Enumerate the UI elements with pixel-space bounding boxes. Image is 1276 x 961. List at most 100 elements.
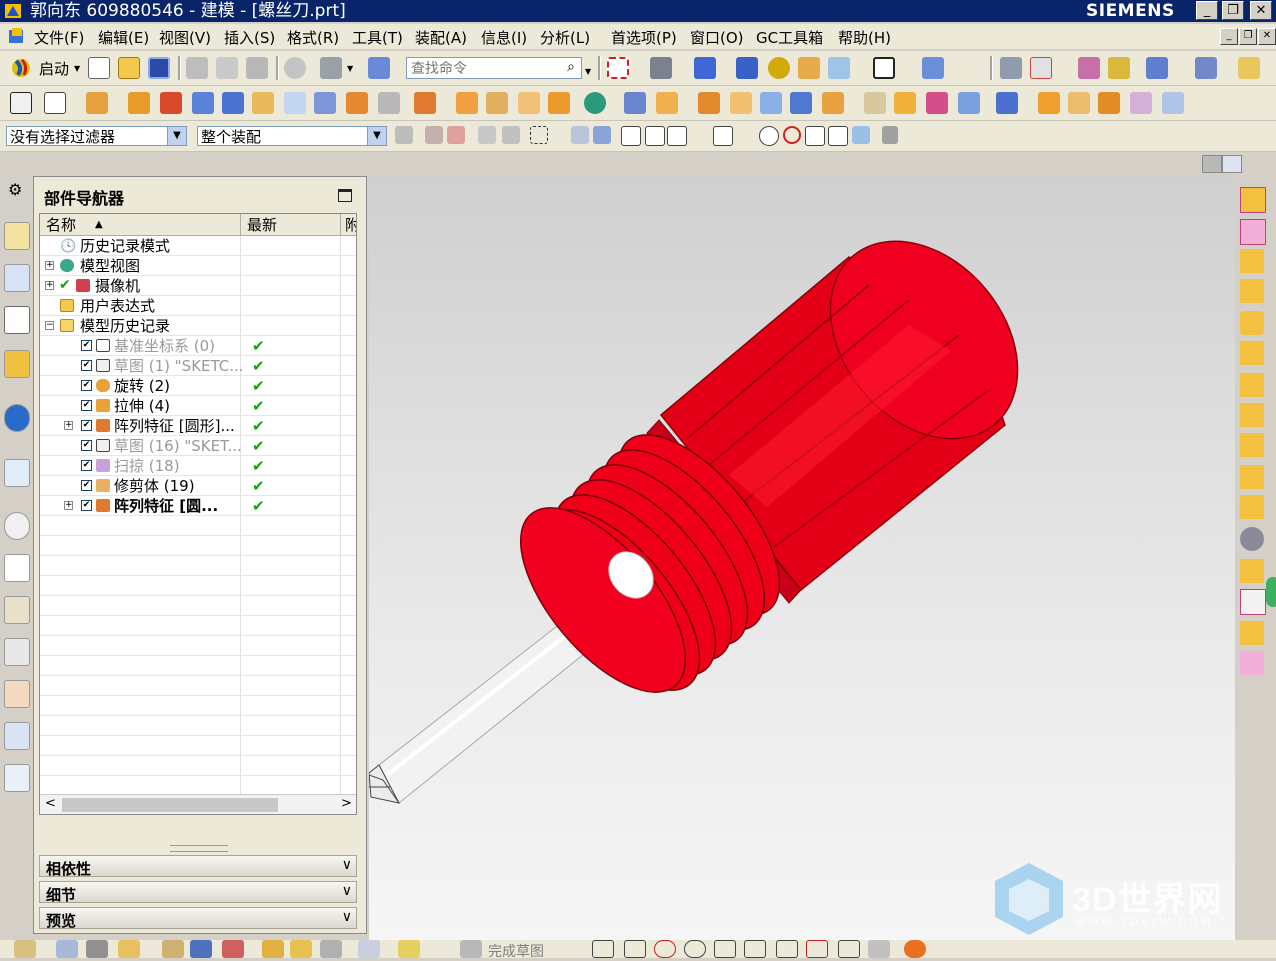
point-icon[interactable] bbox=[838, 940, 860, 958]
scale-body-icon[interactable] bbox=[822, 92, 844, 114]
display-mode-icon[interactable] bbox=[320, 57, 342, 79]
expand-icon[interactable]: + bbox=[64, 501, 73, 510]
role-icon[interactable] bbox=[4, 680, 30, 708]
menu-assembly[interactable]: 装配(A) bbox=[415, 27, 467, 48]
hole-icon[interactable] bbox=[160, 92, 182, 114]
menu-analysis[interactable]: 分析(L) bbox=[540, 27, 590, 48]
constraint-navigator-icon[interactable] bbox=[4, 264, 30, 292]
visibility-checkbox[interactable]: ✔ bbox=[81, 420, 92, 431]
menu-format[interactable]: 格式(R) bbox=[287, 27, 339, 48]
coordinate-icon[interactable] bbox=[1030, 57, 1052, 79]
command-search-input[interactable] bbox=[407, 58, 563, 80]
column-header-latest[interactable]: 最新 bbox=[241, 214, 341, 236]
menu-information[interactable]: 信息(I) bbox=[481, 27, 527, 48]
doc-close-button[interactable]: ✕ bbox=[1258, 28, 1276, 45]
new-file-icon[interactable] bbox=[88, 57, 110, 79]
restore-view-icon[interactable] bbox=[1240, 621, 1264, 645]
tree-row-feature[interactable]: ✔ 草图 (1) "SKETC... ✔ bbox=[40, 356, 356, 376]
start-icon[interactable] bbox=[10, 57, 34, 79]
hidden-view-icon[interactable] bbox=[1240, 527, 1264, 551]
sync-model-icon[interactable] bbox=[996, 92, 1018, 114]
rectangle-icon[interactable] bbox=[776, 940, 798, 958]
expand-icon[interactable]: + bbox=[64, 421, 73, 430]
assembly-scope-select[interactable]: 整个装配 ▼ bbox=[197, 126, 387, 146]
tree-row-user-expressions[interactable]: 用户表达式 bbox=[40, 296, 356, 316]
system-scene-icon[interactable] bbox=[4, 722, 30, 750]
through-curves-icon[interactable] bbox=[1068, 92, 1090, 114]
assembly-navigator-icon[interactable] bbox=[4, 222, 30, 250]
chevron-down-icon[interactable]: ▼ bbox=[367, 127, 386, 145]
finish-sketch-label[interactable]: 完成草图 bbox=[488, 941, 544, 961]
section-details[interactable]: 细节 ∨ bbox=[39, 881, 357, 904]
clock-icon[interactable] bbox=[4, 512, 30, 540]
snap-arc-center-icon[interactable] bbox=[737, 126, 755, 146]
ruled-icon[interactable] bbox=[1098, 92, 1120, 114]
iso-view-icon[interactable] bbox=[1240, 341, 1264, 365]
part-list-icon[interactable] bbox=[1000, 57, 1022, 79]
select-rectangle-icon[interactable] bbox=[530, 126, 548, 144]
start-dropdown-icon[interactable]: ▼ bbox=[74, 64, 80, 73]
view-cube-icon[interactable] bbox=[1240, 187, 1266, 213]
bottom-tool-icon[interactable] bbox=[56, 940, 78, 958]
pattern-icon[interactable] bbox=[584, 92, 606, 114]
polygon-icon[interactable] bbox=[806, 940, 828, 958]
bottom-tool-icon[interactable] bbox=[262, 940, 284, 958]
tree-row-cameras[interactable]: + ✔ 摄像机 bbox=[40, 276, 356, 296]
chevron-down-icon[interactable]: ∨ bbox=[342, 883, 352, 899]
doc-restore-button[interactable]: ❐ bbox=[1239, 28, 1257, 45]
bottom-tool-icon[interactable] bbox=[320, 940, 342, 958]
line-icon[interactable] bbox=[624, 940, 646, 958]
unite-icon[interactable] bbox=[414, 92, 436, 114]
revolve-icon[interactable] bbox=[128, 92, 150, 114]
section-preview[interactable]: 预览 ∨ bbox=[39, 907, 357, 930]
visibility-checkbox[interactable]: ✔ bbox=[81, 500, 92, 511]
manufacturing-wizard-icon[interactable] bbox=[4, 638, 30, 666]
trimetric-view-icon[interactable] bbox=[1240, 373, 1264, 397]
tree-row-feature[interactable]: ✔ 扫掠 (18) ✔ bbox=[40, 456, 356, 476]
visibility-checkbox[interactable]: ✔ bbox=[81, 480, 92, 491]
tree-row-feature[interactable]: ✔ 草图 (16) "SKET... ✔ bbox=[40, 436, 356, 456]
cylinder-icon[interactable] bbox=[314, 92, 336, 114]
process-studio-icon[interactable] bbox=[4, 596, 30, 624]
visibility-checkbox[interactable]: ✔ bbox=[81, 360, 92, 371]
menu-insert[interactable]: 插入(S) bbox=[224, 27, 275, 48]
circle-icon[interactable] bbox=[684, 940, 706, 958]
thread-icon[interactable] bbox=[378, 92, 400, 114]
visibility-checkbox[interactable]: ✔ bbox=[81, 440, 92, 451]
orient-view-icon[interactable] bbox=[694, 57, 716, 79]
menu-preferences[interactable]: 首选项(P) bbox=[611, 27, 677, 48]
zoom-view-icon[interactable] bbox=[1240, 651, 1264, 675]
command-search-box[interactable]: ⌕ bbox=[406, 57, 582, 80]
analysis-icon[interactable] bbox=[1108, 57, 1130, 79]
select-feature-icon[interactable] bbox=[425, 126, 443, 144]
chevron-down-icon[interactable]: ∨ bbox=[342, 909, 352, 925]
draft-icon[interactable] bbox=[730, 92, 752, 114]
select-face-icon[interactable] bbox=[478, 126, 496, 144]
mirror-icon[interactable] bbox=[624, 92, 646, 114]
pad-icon[interactable] bbox=[252, 92, 274, 114]
right-view-icon[interactable] bbox=[1240, 279, 1264, 303]
bottom-tool-icon[interactable] bbox=[358, 940, 380, 958]
section-dependencies[interactable]: 相依性 ∨ bbox=[39, 855, 357, 878]
scroll-left-icon[interactable]: < bbox=[45, 796, 56, 811]
boss-icon[interactable] bbox=[192, 92, 214, 114]
tree-row-feature[interactable]: + ✔ 阵列特征 [圆形]... ✔ bbox=[40, 416, 356, 436]
redo-icon[interactable] bbox=[284, 57, 306, 79]
sketch-icon[interactable] bbox=[10, 92, 32, 114]
datum-plane-icon[interactable] bbox=[44, 92, 66, 114]
snap-center-icon[interactable] bbox=[759, 126, 779, 146]
fillet-icon[interactable] bbox=[714, 940, 736, 958]
tree-row-feature[interactable]: ✔ 修剪体 (19) ✔ bbox=[40, 476, 356, 496]
cut-icon[interactable] bbox=[186, 57, 208, 79]
expand-icon[interactable]: + bbox=[45, 261, 54, 270]
left-view-icon[interactable] bbox=[1240, 495, 1264, 519]
graphics-viewport[interactable]: 3D世界网 WWW.3DSJW.COM bbox=[369, 175, 1235, 945]
start-button-label[interactable]: 启动 bbox=[39, 58, 69, 79]
bottom-tool-icon[interactable] bbox=[190, 940, 212, 958]
emboss-icon[interactable] bbox=[284, 92, 306, 114]
doc-minimize-button[interactable]: _ bbox=[1220, 28, 1238, 45]
lighting-icon[interactable] bbox=[768, 57, 790, 79]
snap-control-point-icon[interactable] bbox=[667, 126, 687, 146]
edge-blend-icon[interactable] bbox=[656, 92, 678, 114]
ime-icon[interactable] bbox=[904, 940, 926, 958]
